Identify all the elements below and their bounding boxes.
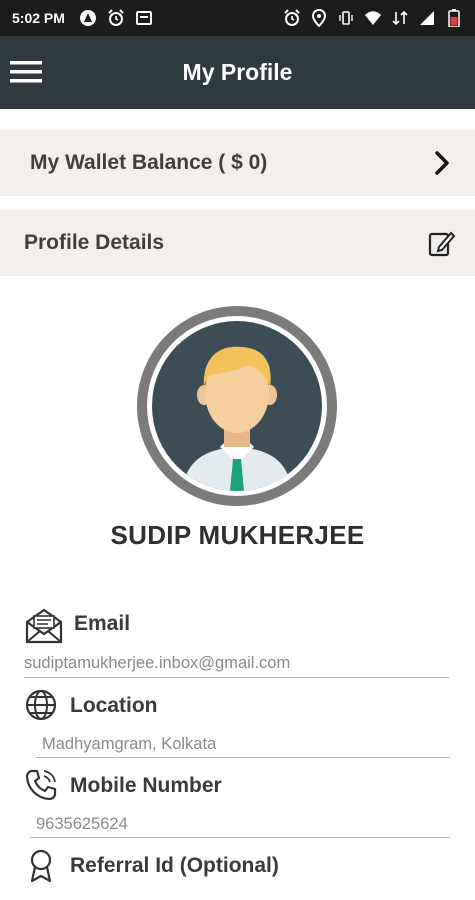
chevron-right-icon [425,147,457,179]
status-bar: 5:02 PM [0,0,475,36]
edit-icon[interactable] [425,227,457,259]
globe-icon [24,688,60,724]
profile-details-label: Profile Details [24,231,165,254]
email-value[interactable]: sudiptamukherjee.inbox@gmail.com [24,654,290,673]
referral-label: Referral Id (Optional) [70,854,279,877]
wallet-balance-row[interactable]: My Wallet Balance ( $ 0) [0,130,475,196]
location-value[interactable]: Madhyamgram, Kolkata [42,735,216,754]
envelope-icon [24,606,63,644]
badge-icon [24,848,60,884]
wifi-icon [364,9,382,27]
mobile-label: Mobile Number [70,774,222,797]
location-icon [310,9,328,27]
app-bar: My Profile [0,36,475,109]
status-icons-left [79,9,153,27]
email-label: Email [74,612,131,635]
email-underline [24,677,449,678]
page-title: My Profile [182,59,293,85]
alarm-icon [283,9,301,27]
mobile-underline [30,837,450,838]
user-name: SUDIP MUKHERJEE [110,520,365,550]
data-icon [391,9,409,27]
image-icon [135,9,153,27]
alarm-icon [107,9,125,27]
battery-icon [445,9,463,27]
phone-icon [24,768,60,804]
status-time: 5:02 PM [12,10,65,26]
vibrate-icon [337,9,355,27]
signal-icon [418,9,436,27]
profile-details-row: Profile Details [0,210,475,276]
status-icons-right [283,9,463,27]
wallet-balance-label: My Wallet Balance ( $ 0) [30,151,268,174]
user-avatar-icon [152,321,322,491]
location-label: Location [70,694,158,717]
notification-a-icon [79,9,97,27]
location-underline [36,757,450,758]
avatar[interactable] [137,306,337,506]
mobile-value[interactable]: 9635625624 [36,815,128,834]
menu-icon[interactable] [10,58,42,86]
